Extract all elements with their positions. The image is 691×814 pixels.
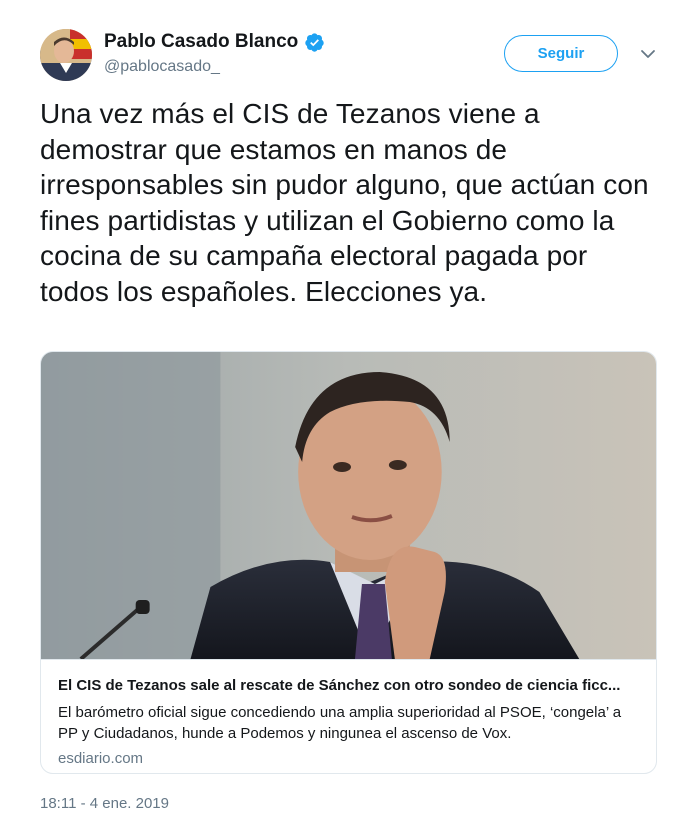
card-body: El CIS de Tezanos sale al rescate de Sán… bbox=[41, 676, 656, 769]
chevron-down-icon[interactable] bbox=[638, 44, 658, 64]
tweet-text: Una vez más el CIS de Tezanos viene a de… bbox=[40, 98, 649, 307]
link-card[interactable]: El CIS de Tezanos sale al rescate de Sán… bbox=[40, 351, 657, 774]
author-handle[interactable]: @pablocasado_ bbox=[104, 57, 325, 77]
card-title[interactable]: El CIS de Tezanos sale al rescate de Sán… bbox=[58, 676, 639, 695]
tweet-timestamp[interactable]: 18:11 - 4 ene. 2019 bbox=[40, 794, 169, 814]
avatar[interactable] bbox=[40, 29, 92, 81]
follow-button[interactable]: Seguir bbox=[504, 35, 618, 72]
card-domain: esdiario.com bbox=[58, 750, 144, 767]
card-description: El barómetro oficial sigue concediendo u… bbox=[58, 704, 622, 742]
verified-badge-icon bbox=[305, 32, 324, 52]
tweet: Pablo Casado Blanco @pablocasado_ Seguir… bbox=[0, 0, 691, 814]
author-display-name[interactable]: Pablo Casado Blanco bbox=[104, 30, 298, 54]
author-block: Pablo Casado Blanco @pablocasado_ bbox=[104, 30, 325, 77]
card-image[interactable] bbox=[41, 352, 656, 660]
avatar-photo bbox=[40, 29, 92, 81]
author-display-name-row[interactable]: Pablo Casado Blanco bbox=[104, 30, 325, 54]
